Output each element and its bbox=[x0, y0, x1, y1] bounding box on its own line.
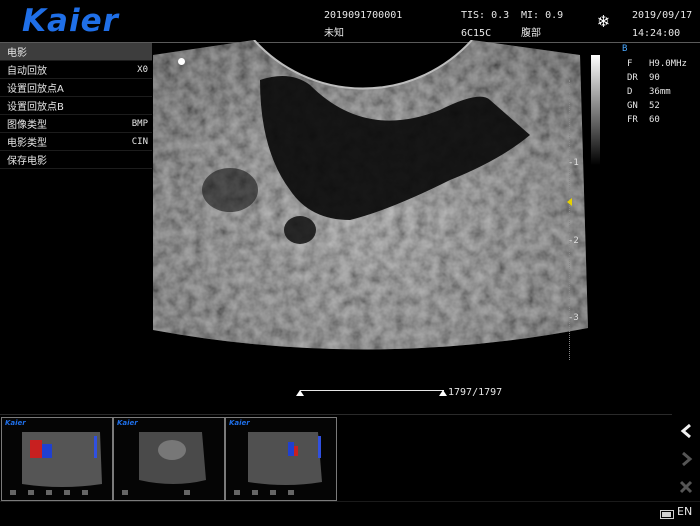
menu-item-set-point-b[interactable]: 设置回放点B bbox=[0, 97, 152, 115]
param-key: D bbox=[627, 87, 633, 97]
cine-menu: 电影 自动回放 X0 设置回放点A 设置回放点B 图像类型 BMP 电影类型 CIN … bbox=[0, 43, 152, 169]
thumbnail-logo: Kaier bbox=[229, 419, 250, 427]
imaging-mode: B bbox=[622, 44, 628, 54]
thumbnail-2[interactable]: Kaier bbox=[113, 417, 225, 501]
param-row: FR 60 bbox=[627, 113, 687, 127]
focus-depth-marker-icon bbox=[567, 198, 572, 206]
battery-icon bbox=[660, 510, 674, 519]
chevron-left-icon[interactable] bbox=[672, 417, 700, 445]
exam-type: 腹部 bbox=[521, 28, 541, 39]
patient-name: 未知 bbox=[324, 28, 344, 39]
brand-logo: Kaier bbox=[22, 3, 119, 39]
menu-item-label: 设置回放点B bbox=[7, 102, 64, 113]
depth-tick-2: -2 bbox=[568, 236, 579, 246]
cine-menu-title[interactable]: 电影 bbox=[0, 43, 152, 61]
thumbnail-1[interactable]: Kaier bbox=[1, 417, 113, 501]
menu-item-image-type[interactable]: 图像类型 BMP bbox=[0, 115, 152, 133]
chevron-right-icon[interactable] bbox=[672, 445, 700, 473]
snowflake-icon[interactable]: ❄ bbox=[598, 12, 609, 32]
menu-item-cine-type[interactable]: 电影类型 CIN bbox=[0, 133, 152, 151]
tis-readout: TIS: 0.3 bbox=[461, 10, 510, 21]
thumbnail-logo: Kaier bbox=[5, 419, 26, 427]
time-readout: 14:24:00 bbox=[632, 28, 681, 39]
close-icon[interactable] bbox=[672, 473, 700, 501]
menu-item-label: 保存电影 bbox=[7, 156, 47, 167]
param-value: H9.0MHz bbox=[649, 59, 687, 69]
param-value: 52 bbox=[649, 101, 660, 111]
menu-item-value: CIN bbox=[131, 136, 148, 147]
param-key: F bbox=[627, 59, 633, 69]
probe-name: 6C15C bbox=[461, 28, 492, 39]
thumbnail-logo: Kaier bbox=[117, 419, 138, 427]
menu-item-auto-playback[interactable]: 自动回放 X0 bbox=[0, 61, 152, 79]
patient-id: 2019091700001 bbox=[324, 10, 403, 21]
param-value: 90 bbox=[649, 73, 660, 83]
mi-readout: MI: 0.9 bbox=[521, 10, 564, 21]
language-indicator[interactable]: EN bbox=[677, 505, 692, 518]
param-row: GN 52 bbox=[627, 99, 687, 113]
cine-menu-title-label: 电影 bbox=[7, 48, 27, 59]
param-value: 36mm bbox=[649, 87, 671, 97]
menu-item-label: 自动回放 bbox=[7, 66, 47, 77]
param-row: DR 90 bbox=[627, 71, 687, 85]
thumbnail-image bbox=[234, 432, 322, 495]
param-key: DR bbox=[627, 73, 638, 83]
status-bar bbox=[0, 501, 700, 526]
param-row: F H9.0MHz bbox=[627, 57, 687, 71]
cine-scrub-bar[interactable] bbox=[300, 390, 444, 391]
param-key: GN bbox=[627, 101, 638, 111]
grayscale-bar bbox=[591, 55, 600, 165]
date-readout: 2019/09/17 bbox=[632, 10, 693, 21]
cine-end-marker-icon[interactable] bbox=[439, 390, 447, 396]
menu-item-value: X0 bbox=[137, 64, 148, 75]
menu-item-save-cine[interactable]: 保存电影 bbox=[0, 151, 152, 169]
cine-start-marker-icon[interactable] bbox=[296, 390, 304, 396]
depth-tick-3: -3 bbox=[568, 313, 579, 323]
focus-marker bbox=[178, 58, 185, 65]
cine-frame-counter: 1797/1797 bbox=[448, 387, 503, 398]
menu-item-value: BMP bbox=[131, 118, 148, 129]
thumbnail-image bbox=[122, 432, 206, 495]
depth-tick-1: -1 bbox=[568, 158, 579, 168]
thumbnail-3[interactable]: Kaier bbox=[225, 417, 337, 501]
menu-item-label: 设置回放点A bbox=[7, 84, 64, 95]
thumbnail-image bbox=[10, 432, 102, 495]
menu-item-set-point-a[interactable]: 设置回放点A bbox=[0, 79, 152, 97]
param-key: FR bbox=[627, 115, 638, 125]
menu-item-label: 图像类型 bbox=[7, 120, 47, 131]
param-row: D 36mm bbox=[627, 85, 687, 99]
ultrasound-image[interactable] bbox=[150, 40, 590, 370]
thumbnail-strip: Kaier Kaier Kaier bbox=[0, 414, 672, 501]
imaging-parameters: F H9.0MHz DR 90 D 36mm GN 52 FR 60 bbox=[627, 57, 687, 127]
param-value: 60 bbox=[649, 115, 660, 125]
menu-item-label: 电影类型 bbox=[7, 138, 47, 149]
